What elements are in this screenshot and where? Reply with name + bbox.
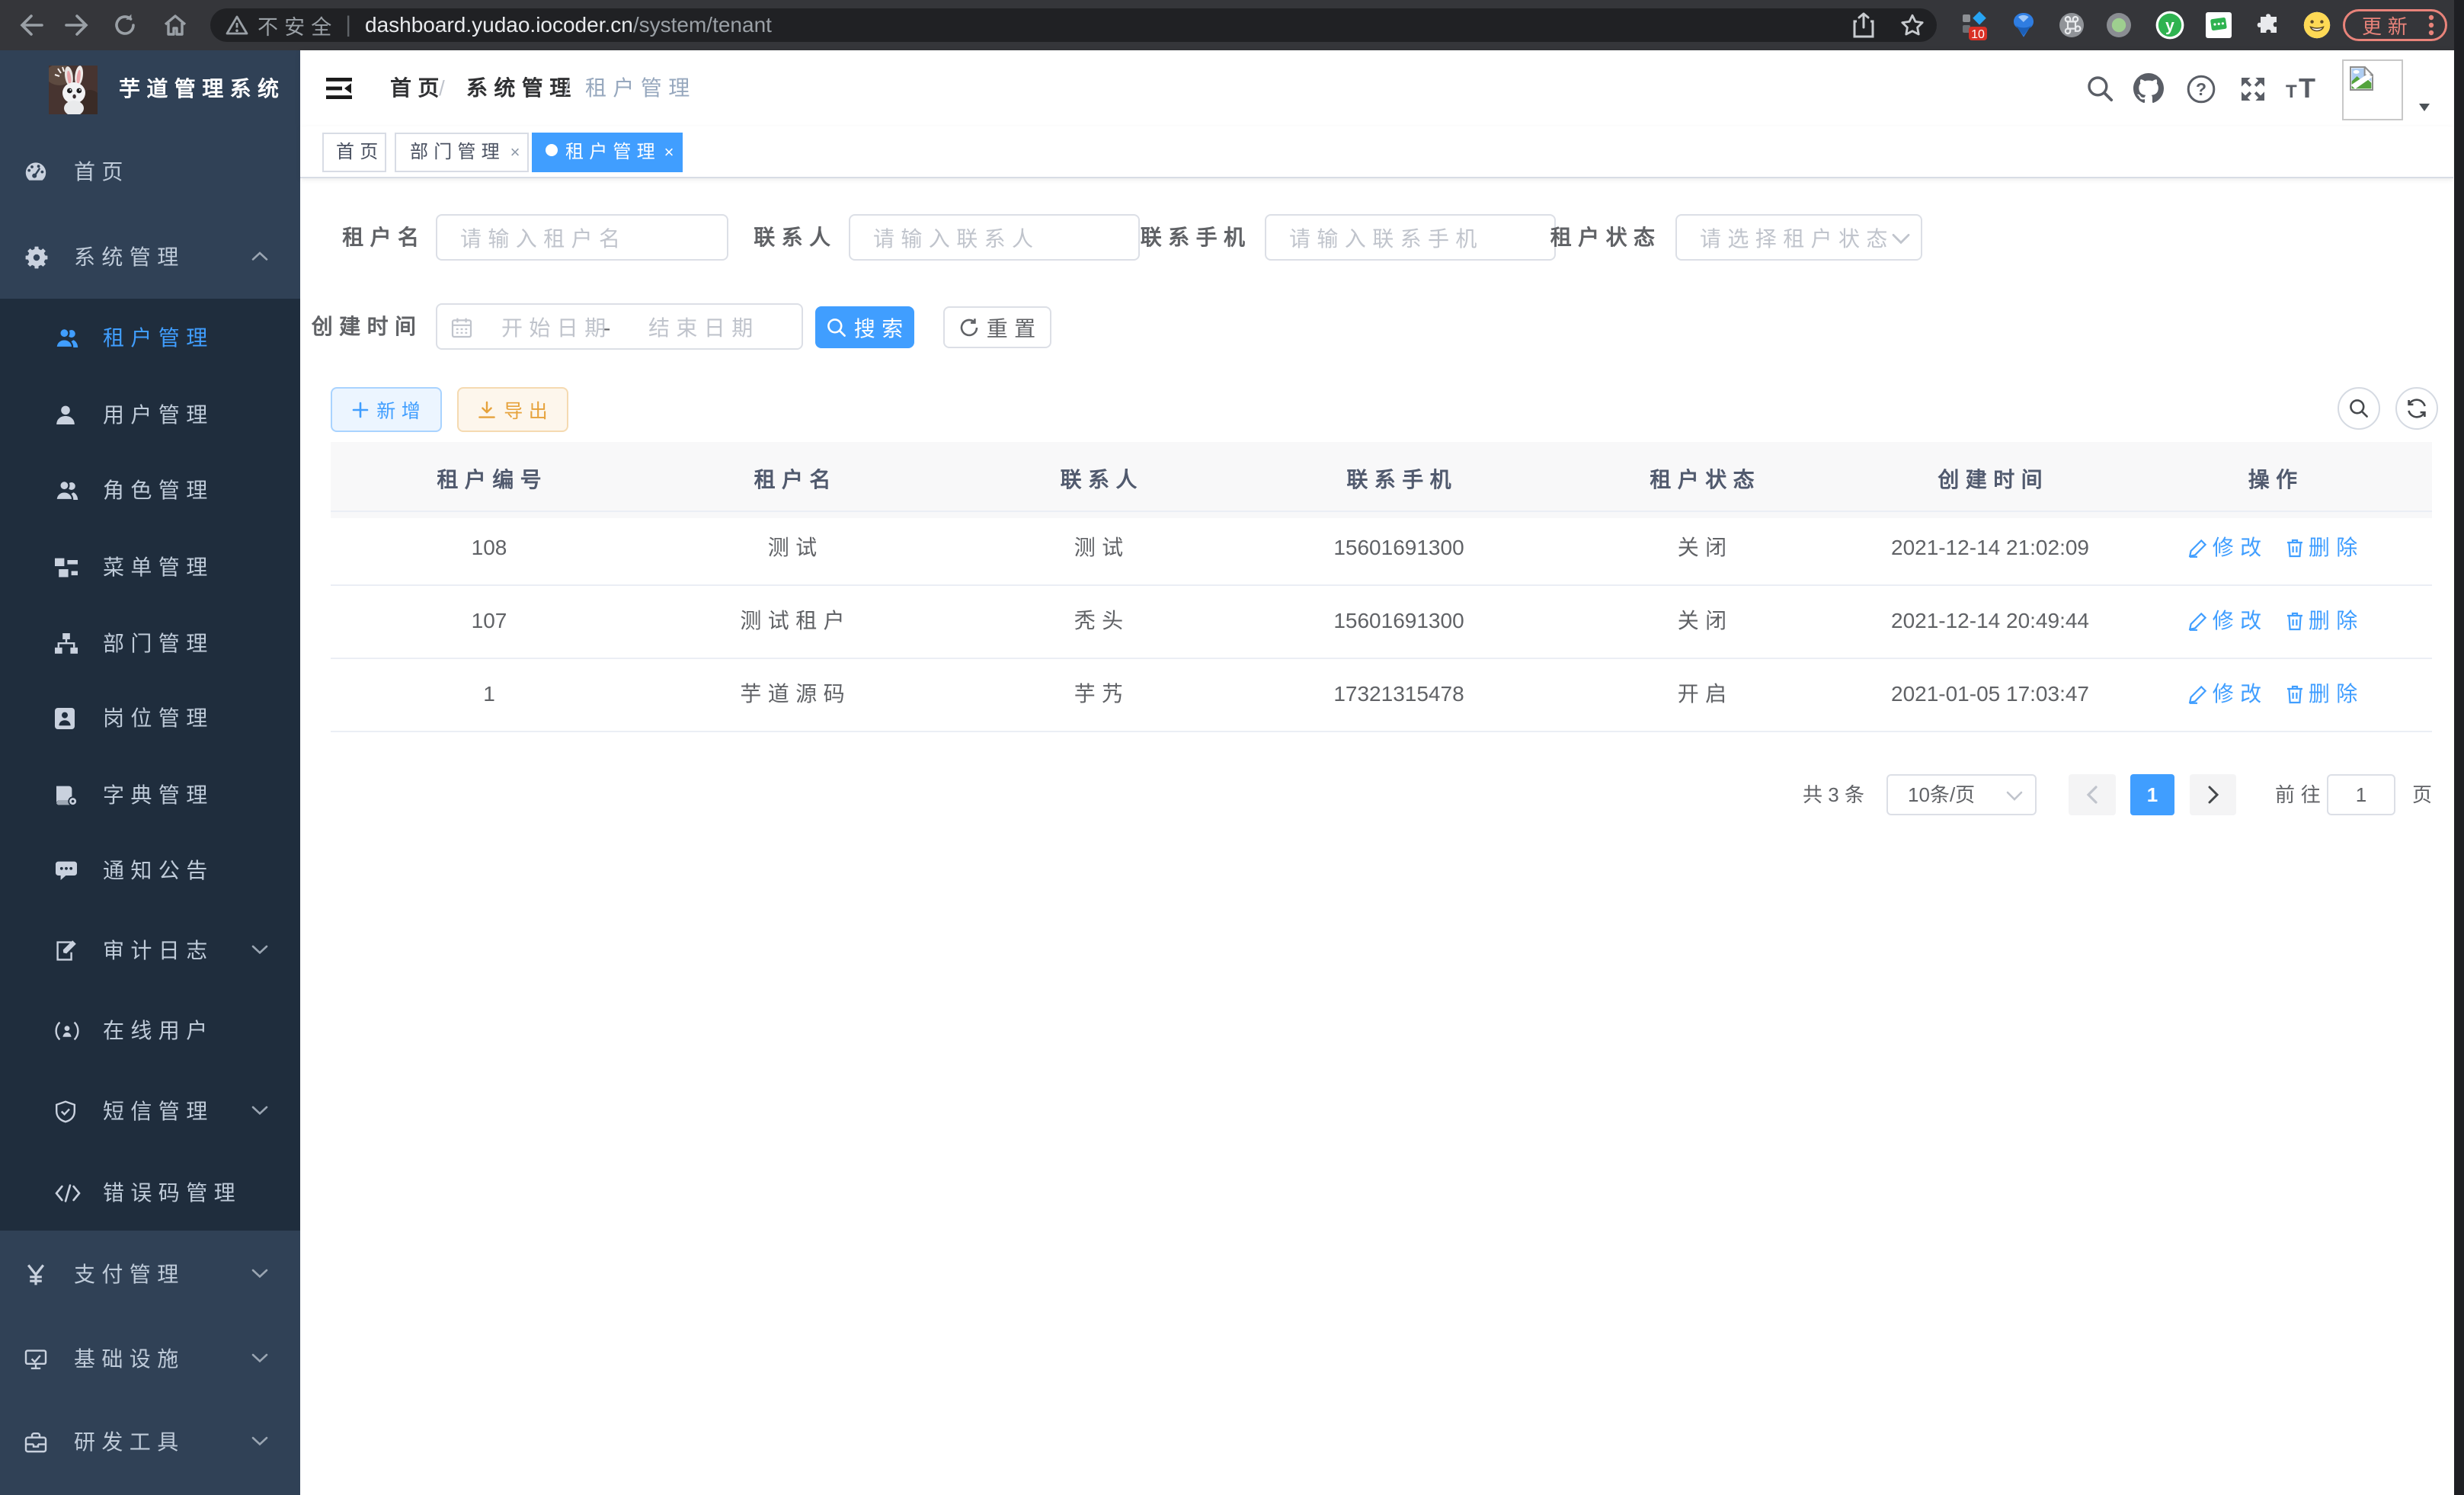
svg-text:T: T: [2286, 82, 2297, 102]
svg-text:T: T: [2299, 73, 2315, 104]
svg-text:?: ?: [2196, 79, 2206, 99]
